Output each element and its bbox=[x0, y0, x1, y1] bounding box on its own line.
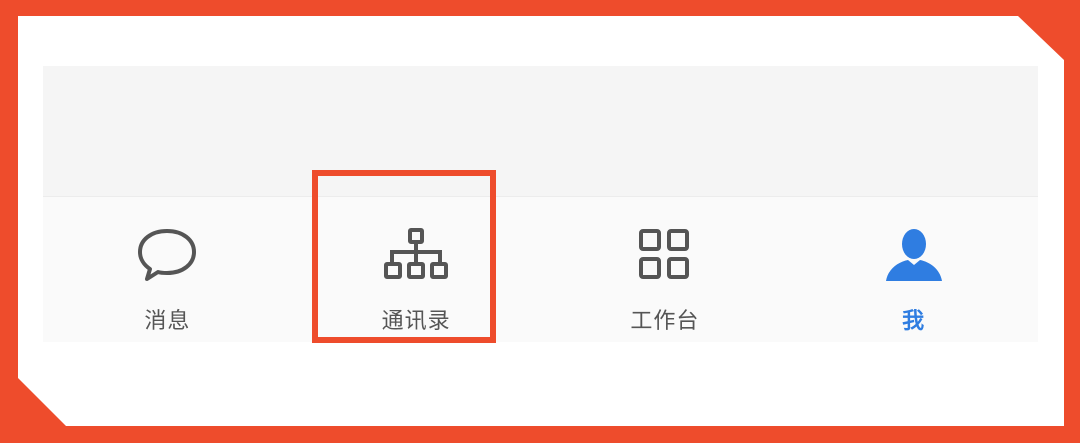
tab-workbench[interactable]: 工作台 bbox=[541, 197, 790, 342]
highlight-box bbox=[312, 170, 496, 343]
grid-icon bbox=[637, 227, 693, 283]
tab-messages[interactable]: 消息 bbox=[43, 197, 292, 342]
chat-bubble-icon bbox=[136, 227, 198, 283]
tab-label-messages: 消息 bbox=[144, 309, 191, 334]
app-screen: 消息 通讯录 工作台 我 bbox=[43, 66, 1038, 342]
bottom-tab-bar: 消息 通讯录 工作台 我 bbox=[43, 196, 1038, 342]
tab-me[interactable]: 我 bbox=[789, 197, 1038, 342]
person-icon bbox=[884, 227, 944, 283]
tab-label-me: 我 bbox=[902, 309, 926, 334]
tab-label-workbench: 工作台 bbox=[630, 309, 700, 334]
